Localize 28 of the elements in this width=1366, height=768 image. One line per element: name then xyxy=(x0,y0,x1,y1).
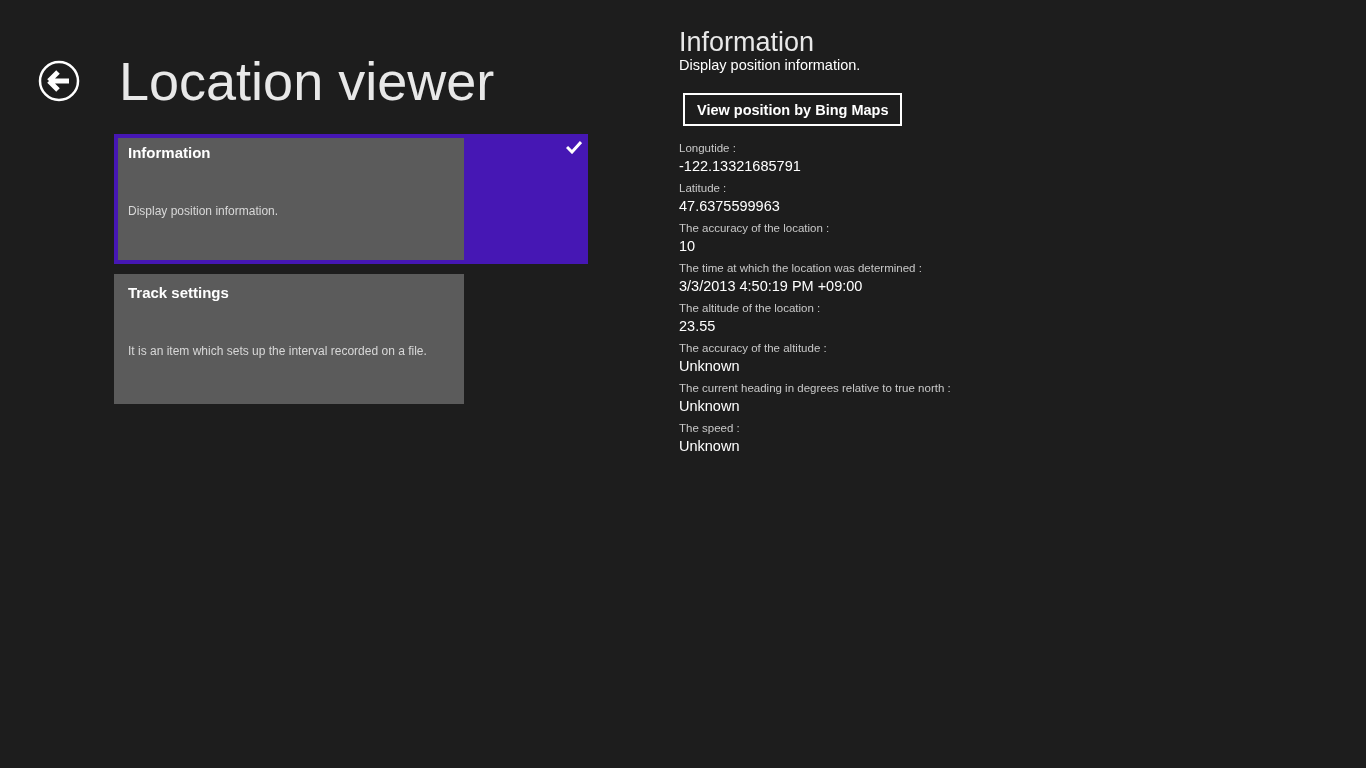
field-value: 3/3/2013 4:50:19 PM +09:00 xyxy=(679,277,864,295)
list-item[interactable]: Information Display position information. xyxy=(114,134,588,264)
field-value: 47.6375599963 xyxy=(679,197,781,215)
field-value: -122.13321685791 xyxy=(679,157,802,175)
field-value: 23.55 xyxy=(679,317,717,335)
field-label: The altitude of the location : xyxy=(679,301,822,316)
field-label: Latitude : xyxy=(679,181,728,196)
field-label: The time at which the location was determined : xyxy=(679,261,923,276)
item-description: It is an item which sets up the interval recorded on a file. xyxy=(128,344,428,358)
field-value: Unknown xyxy=(679,397,741,415)
field-label: The accuracy of the location : xyxy=(679,221,831,236)
item-description: Display position information. xyxy=(128,204,280,218)
list-item[interactable]: Track settings It is an item which sets up the interval recorded on a file. xyxy=(114,274,464,404)
field-label: The speed : xyxy=(679,421,741,436)
field-value: Unknown xyxy=(679,437,741,455)
checkmark-icon xyxy=(566,140,582,154)
item-title: Information xyxy=(128,144,212,161)
detail-subtitle: Display position information. xyxy=(679,57,861,74)
field-label: The accuracy of the altitude : xyxy=(679,341,828,356)
field-label: The current heading in degrees relative to true north : xyxy=(679,381,951,396)
detail-title: Information xyxy=(679,27,815,57)
back-button[interactable] xyxy=(38,60,80,102)
field-value: 10 xyxy=(679,237,697,255)
item-title: Track settings xyxy=(128,284,230,301)
field-label: Longutide : xyxy=(679,141,737,156)
page-title: Location viewer xyxy=(119,50,495,112)
view-map-button[interactable]: View position by Bing Maps xyxy=(683,93,903,126)
field-value: Unknown xyxy=(679,357,741,375)
